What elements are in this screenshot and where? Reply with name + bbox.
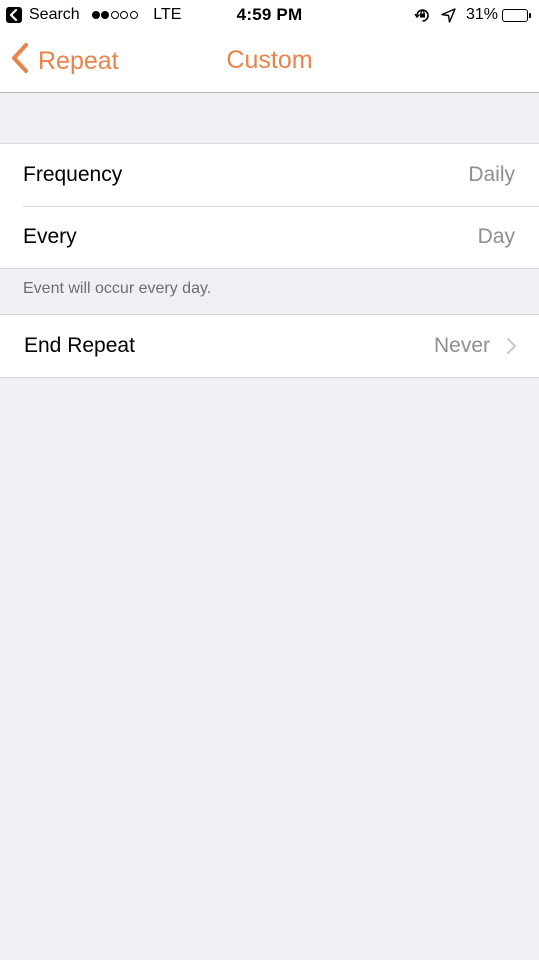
every-value: Day	[477, 225, 515, 248]
every-label: Every	[23, 225, 77, 248]
frequency-row[interactable]: Frequency Daily	[0, 144, 539, 206]
chevron-right-icon	[506, 337, 517, 360]
frequency-value: Daily	[468, 163, 515, 186]
repeat-summary-note: Event will occur every day.	[23, 280, 212, 297]
status-bar: Search LTE 4:59 PM 31%	[0, 0, 539, 30]
frequency-group: Frequency Daily Every Day	[0, 143, 539, 269]
navigation-bar: Repeat Custom	[0, 30, 539, 93]
end-repeat-label: End Repeat	[24, 334, 135, 357]
location-arrow-icon	[441, 7, 456, 23]
end-repeat-value: Never	[433, 334, 490, 357]
page-title: Custom	[226, 46, 313, 74]
frequency-label: Frequency	[23, 163, 123, 186]
end-repeat-group: End Repeat Never	[0, 314, 539, 378]
battery-percent: 31%	[465, 6, 498, 23]
every-row[interactable]: Every Day	[0, 206, 539, 268]
battery-icon	[502, 8, 531, 22]
orientation-lock-icon	[414, 7, 431, 24]
end-repeat-row[interactable]: End Repeat Never	[0, 315, 539, 377]
status-right: 31%	[414, 5, 531, 25]
